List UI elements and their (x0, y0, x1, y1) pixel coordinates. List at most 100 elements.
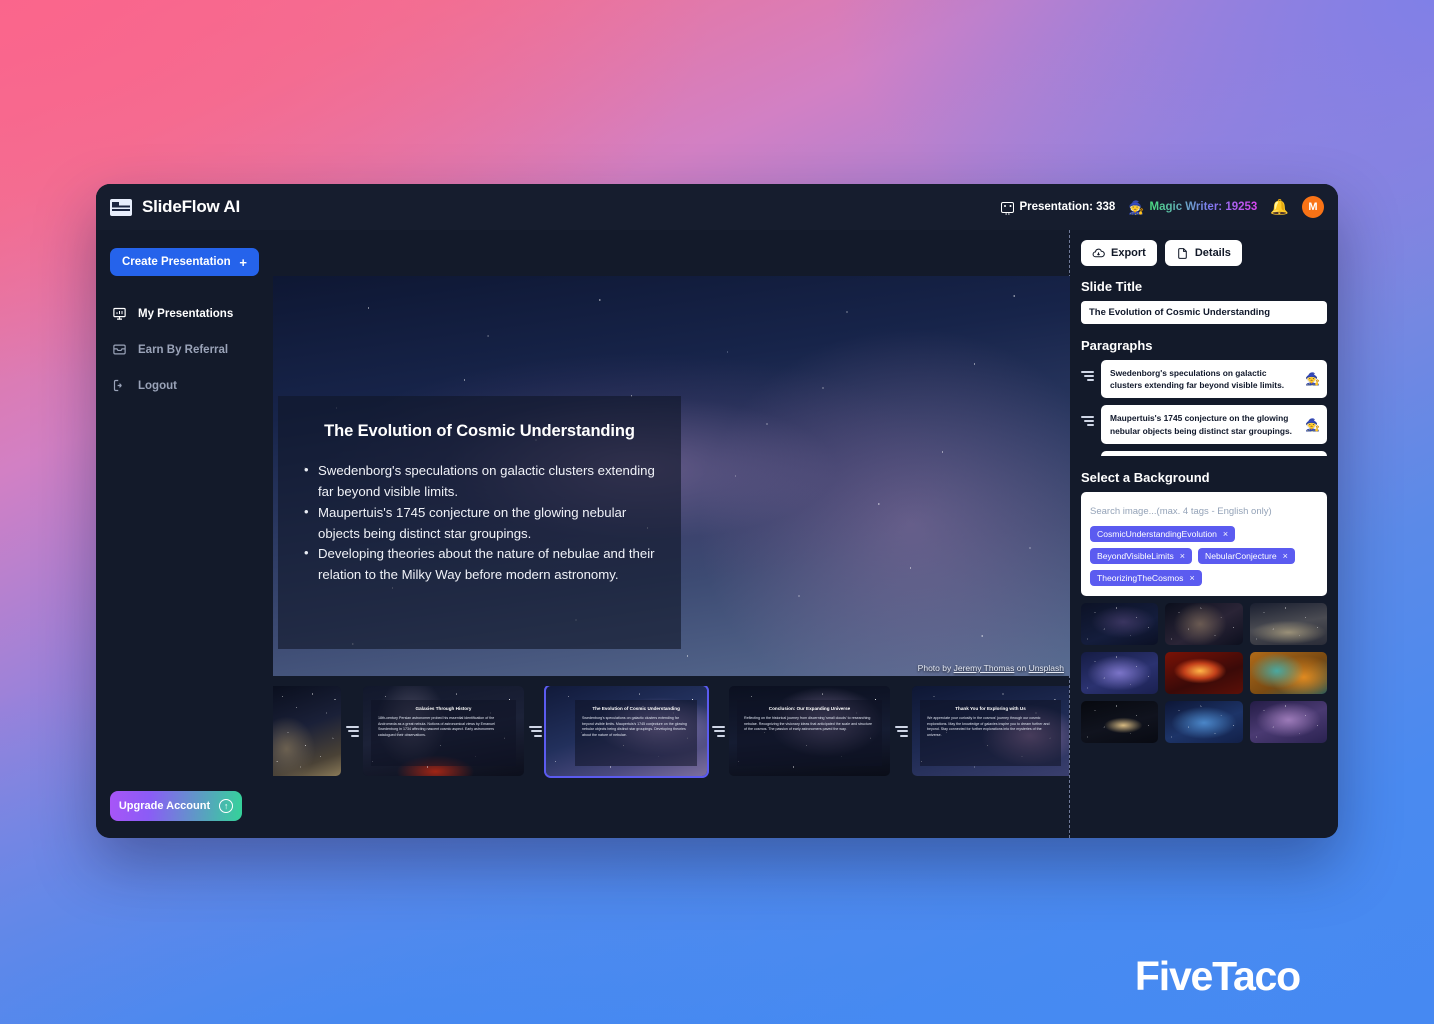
export-button[interactable]: Export (1081, 240, 1157, 266)
sidebar-item-my-presentations[interactable]: My Presentations (110, 302, 259, 325)
create-presentation-button[interactable]: Create Presentation + (110, 248, 259, 276)
drag-handle-icon[interactable] (1081, 360, 1094, 381)
paragraph-text: Swedenborg's speculations on galactic cl… (1110, 368, 1285, 391)
background-thumb-dark-galaxy-core[interactable] (1081, 701, 1159, 743)
sidebar-item-earn-by-referral[interactable]: Earn By Referral (110, 338, 259, 361)
editor-main: The Evolution of Cosmic Understanding Sw… (273, 230, 1070, 838)
thumbnail-stars (273, 686, 341, 776)
slide-text-box[interactable]: The Evolution of Cosmic Understanding Sw… (278, 396, 681, 649)
slide-thumbnail[interactable]: Galaxies Through History 18th-century Pe… (363, 686, 524, 776)
slide-thumbnail[interactable]: Conclusion: Our Expanding Universe Refle… (729, 686, 890, 776)
slide-bullet: Developing theories about the nature of … (302, 543, 657, 586)
tag-label: TheorizingTheCosmos (1097, 573, 1184, 583)
tag-list: CosmicUnderstandingEvolution × BeyondVis… (1090, 526, 1318, 586)
drag-handle-icon[interactable] (1081, 451, 1094, 456)
slide-bullet: Swedenborg's speculations on galactic cl… (302, 460, 657, 503)
brand: SlideFlow AI (110, 197, 270, 217)
photo-credit-prefix: Photo by (917, 663, 954, 673)
slide-bullet: Maupertuis's 1745 conjecture on the glow… (302, 502, 657, 545)
plus-icon: + (239, 254, 247, 270)
sidebar-item-label: My Presentations (138, 307, 234, 320)
thumbnail-title: The Evolution of Cosmic Understanding (592, 706, 680, 711)
search-input[interactable] (1090, 506, 1318, 517)
top-bar-right: Presentation: 338 🧙 Magic Writer: 19253 … (1001, 196, 1324, 218)
paragraph-row: Maupertuis's 1745 conjecture on the glow… (1081, 405, 1327, 444)
drag-handle-icon[interactable] (341, 686, 363, 776)
tag-chip[interactable]: NebularConjecture × (1198, 548, 1295, 564)
tag-chip[interactable]: TheorizingTheCosmos × (1090, 570, 1202, 586)
background-thumb-galaxy-dust-band[interactable] (1165, 603, 1243, 645)
thumbnail-body: Reflecting on the historical journey fro… (744, 715, 873, 732)
slide-filmstrip[interactable]: Galaxies Through History 18th-century Pe… (273, 686, 1069, 786)
export-label: Export (1111, 247, 1146, 259)
sidebar-item-label: Logout (138, 379, 177, 392)
remove-tag-icon[interactable]: × (1223, 529, 1228, 539)
drag-handle-icon[interactable] (1081, 405, 1094, 427)
sidebar-item-label: Earn By Referral (138, 343, 229, 356)
background-thumb-orange-nebula-flame[interactable] (1165, 652, 1243, 694)
drag-handle-icon[interactable] (707, 686, 729, 776)
thumbnail-title: Galaxies Through History (415, 706, 472, 711)
sidebar-item-logout[interactable]: Logout (110, 374, 259, 397)
photo-credit-source-link[interactable]: Unsplash (1029, 663, 1064, 673)
bell-icon[interactable]: 🔔 (1270, 200, 1289, 215)
slide-thumbnail-selected[interactable]: The Evolution of Cosmic Understanding Sw… (544, 686, 709, 778)
paragraph-list[interactable]: Swedenborg's speculations on galactic cl… (1081, 360, 1327, 456)
photo-credit-middle: on (1014, 663, 1029, 673)
drag-handle-icon[interactable] (890, 686, 912, 776)
background-thumb-purple-star-field[interactable] (1249, 701, 1327, 743)
sidebar: Create Presentation + My Presentations E… (96, 230, 273, 838)
thumbnail-caption: The Evolution of Cosmic Understanding Sw… (574, 700, 698, 766)
upgrade-account-label: Upgrade Account (118, 800, 211, 812)
presentation-credit-label: Presentation: 338 (1019, 201, 1116, 213)
paragraph-text: Maupertuis's 1745 conjecture on the glow… (1110, 413, 1292, 436)
thumbnail-caption: Conclusion: Our Expanding Universe Refle… (737, 700, 882, 766)
sidebar-nav: My Presentations Earn By Referral Logout (110, 302, 259, 397)
magic-writer-label: Magic Writer: 19253 (1149, 201, 1258, 213)
thumbnail-body: 18th-century Persian astronomer probed h… (378, 715, 495, 737)
paragraph-card[interactable]: Maupertuis's 1745 conjecture on the glow… (1101, 405, 1327, 444)
logout-icon (112, 378, 127, 393)
photo-credit: Photo by Jeremy Thomas on Unsplash (918, 663, 1064, 673)
remove-tag-icon[interactable]: × (1180, 551, 1185, 561)
details-label: Details (1194, 247, 1231, 259)
thumbnail-title: Thank You for Exploring with Us (955, 706, 1026, 711)
background-thumb-purple-milky-way[interactable] (1081, 652, 1159, 694)
select-background-label: Select a Background (1081, 470, 1210, 485)
background-image-grid[interactable] (1081, 603, 1327, 743)
photo-credit-author-link[interactable]: Jeremy Thomas (954, 663, 1015, 673)
tag-label: BeyondVisibleLimits (1097, 551, 1174, 561)
brand-name: SlideFlow AI (142, 197, 241, 216)
background-search-box: CosmicUnderstandingEvolution × BeyondVis… (1081, 492, 1327, 596)
magic-wand-icon[interactable]: 🧙 (1305, 419, 1320, 431)
background-thumb-blue-nebula-clouds[interactable] (1165, 701, 1243, 743)
thumbnail-caption: Thank You for Exploring with Us We appre… (920, 700, 1061, 766)
filmstrip-entry: Thank You for Exploring with Us We appre… (912, 686, 1069, 776)
background-thumb-milky-way-violet[interactable] (1081, 603, 1159, 645)
upgrade-account-button[interactable]: Upgrade Account ↑ (110, 791, 242, 821)
slide-canvas[interactable]: The Evolution of Cosmic Understanding Sw… (273, 276, 1070, 676)
avatar[interactable]: M (1302, 196, 1324, 218)
thumbnail-body: Swedenborg's speculations on galactic cl… (581, 715, 687, 737)
paragraph-card[interactable]: Developing theories about the nature of … (1101, 450, 1327, 456)
paragraph-card[interactable]: Swedenborg's speculations on galactic cl… (1101, 360, 1327, 399)
remove-tag-icon[interactable]: × (1189, 573, 1194, 583)
magic-wand-icon[interactable]: 🧙 (1305, 373, 1320, 385)
slide-title-input[interactable] (1081, 301, 1327, 324)
background-thumb-teal-orange-nebula[interactable] (1249, 652, 1327, 694)
panel-actions: Export Details (1081, 240, 1327, 266)
slide-thumbnail[interactable] (273, 686, 341, 776)
inspector-panel: Export Details Slide Title Paragraphs (1070, 230, 1338, 838)
slide-title-label: Slide Title (1081, 279, 1143, 294)
remove-tag-icon[interactable]: × (1283, 551, 1288, 561)
tag-chip[interactable]: BeyondVisibleLimits × (1090, 548, 1193, 564)
cloud-download-icon (1092, 247, 1105, 260)
fivetaco-watermark: FiveTaco (1134, 953, 1301, 999)
arrow-up-circle-icon: ↑ (219, 799, 234, 813)
thumbnail-title: Conclusion: Our Expanding Universe (768, 706, 851, 711)
details-button[interactable]: Details (1164, 240, 1242, 266)
drag-handle-icon[interactable] (524, 686, 546, 776)
background-thumb-mountain-night-sky[interactable] (1249, 603, 1327, 645)
slide-thumbnail[interactable]: Thank You for Exploring with Us We appre… (912, 686, 1069, 776)
tag-chip[interactable]: CosmicUnderstandingEvolution × (1090, 526, 1236, 542)
